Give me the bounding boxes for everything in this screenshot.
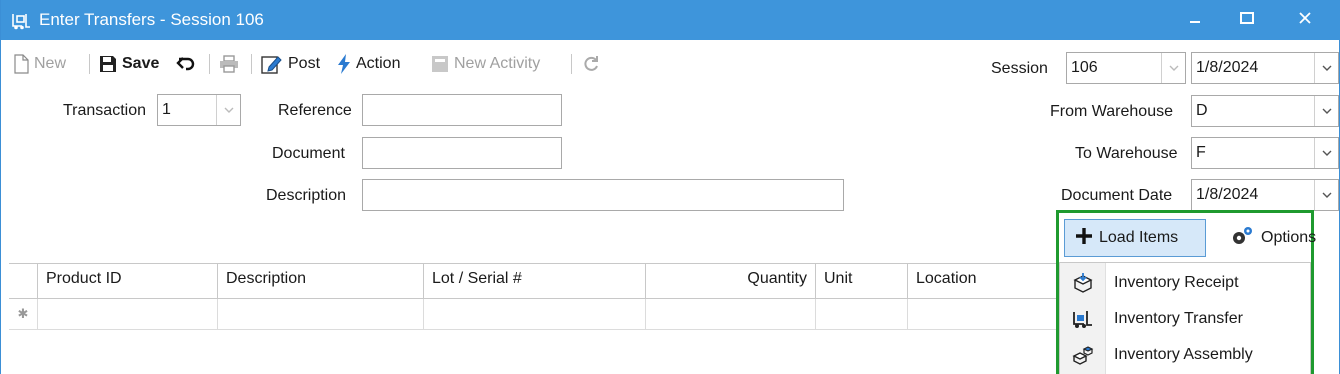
refresh-icon [581,54,601,74]
save-button[interactable]: Save [99,48,159,80]
activity-icon [431,55,449,73]
transaction-label: Transaction [63,102,146,119]
forklift-icon [11,12,31,30]
chevron-down-icon [1314,53,1338,83]
assembly-icon [1060,345,1106,365]
print-button[interactable] [219,48,239,80]
menu-item-label: Inventory Receipt [1114,274,1239,291]
new-activity-label: New Activity [454,55,541,72]
session-date-value: 1/8/2024 [1196,59,1259,76]
session-date-picker[interactable]: 1/8/2024 [1191,52,1339,84]
options-button[interactable]: Options [1229,219,1316,257]
load-items-menu: Inventory Receipt Inventory Transfer Inv… [1059,262,1311,374]
transaction-combo[interactable]: 1 [157,94,241,126]
undo-button[interactable] [176,48,196,80]
column-header-lot-serial[interactable]: Lot / Serial # [423,264,645,299]
minimize-button[interactable] [1169,0,1221,40]
chevron-down-icon [1161,53,1185,83]
new-document-icon [13,54,29,74]
column-header-quantity[interactable]: Quantity [645,264,815,299]
to-warehouse-combo[interactable]: F [1191,137,1339,169]
from-warehouse-combo[interactable]: D [1191,95,1339,127]
toolbar: New Save Post Action New Activity [1,48,701,80]
reference-input[interactable] [362,94,562,126]
options-label: Options [1261,229,1317,246]
printer-icon [219,55,239,73]
column-header-location[interactable]: Location [907,264,1059,299]
cell-lot-serial[interactable] [423,299,645,329]
document-date-picker[interactable]: 1/8/2024 [1191,179,1339,211]
enter-transfers-window: Enter Transfers - Session 106 New Save P… [0,0,1340,374]
chevron-down-icon [1314,138,1338,168]
close-icon [1299,11,1311,29]
description-input[interactable] [362,179,844,211]
close-button[interactable] [1279,0,1331,40]
post-label: Post [288,55,321,72]
grid-header: Product ID Description Lot / Serial # Qu… [9,263,1059,299]
lightning-icon [337,54,351,74]
document-date-value: 1/8/2024 [1196,186,1259,203]
refresh-button[interactable] [581,48,601,80]
column-header-description[interactable]: Description [217,264,423,299]
cell-description[interactable] [217,299,423,329]
maximize-icon [1240,11,1254,29]
to-warehouse-value: F [1196,144,1206,161]
session-label: Session [991,60,1048,77]
chevron-down-icon [1314,96,1338,126]
new-button[interactable]: New [13,48,66,80]
maximize-button[interactable] [1221,0,1273,40]
action-button[interactable]: Action [337,48,400,80]
toolbar-divider [209,54,210,74]
toolbar-divider [251,54,252,74]
new-label: New [34,55,67,72]
load-items-button[interactable]: Load Items [1064,219,1206,257]
items-grid: Product ID Description Lot / Serial # Qu… [9,263,1059,374]
column-header-product-id[interactable]: Product ID [37,264,217,299]
save-icon [99,55,117,73]
from-warehouse-label: From Warehouse [1050,103,1173,120]
menu-item-inventory-assembly[interactable]: Inventory Assembly [1060,337,1310,373]
cell-unit[interactable] [815,299,907,329]
save-label: Save [122,55,160,72]
post-button[interactable]: Post [261,48,320,80]
document-date-label: Document Date [1061,187,1173,204]
table-row[interactable]: ✱ [9,299,1059,330]
transaction-value: 1 [162,101,171,118]
reference-label: Reference [278,102,352,119]
toolbar-divider [571,54,572,74]
session-combo[interactable]: 106 [1066,52,1186,84]
from-warehouse-value: D [1196,102,1208,119]
menu-item-inventory-transfer[interactable]: Inventory Transfer [1060,301,1310,337]
document-input[interactable] [362,137,562,169]
menu-item-inventory-receipt[interactable]: Inventory Receipt [1060,265,1310,301]
action-label: Action [356,55,401,72]
session-value: 106 [1071,59,1098,76]
plus-icon [1075,227,1093,250]
new-row-icon: ✱ [17,306,29,321]
forklift-icon [1060,309,1106,329]
gears-icon [1229,225,1255,252]
description-label: Description [266,187,347,204]
title-bar: Enter Transfers - Session 106 [1,0,1340,40]
document-label: Document [272,145,345,162]
to-warehouse-label: To Warehouse [1075,145,1178,162]
cell-location[interactable] [907,299,1059,329]
menu-item-label: Inventory Assembly [1114,346,1253,363]
menu-item-label: Inventory Transfer [1114,310,1243,327]
cell-quantity[interactable] [645,299,815,329]
column-header-unit[interactable]: Unit [815,264,907,299]
new-activity-button[interactable]: New Activity [431,48,540,80]
load-items-label: Load Items [1099,229,1179,246]
receipt-box-icon [1060,273,1106,293]
minimize-icon [1189,11,1201,29]
cell-product-id[interactable] [37,299,217,329]
toolbar-divider [89,54,90,74]
chevron-down-icon [216,95,240,125]
post-edit-icon [261,54,283,74]
window-title: Enter Transfers - Session 106 [39,10,264,29]
undo-icon [176,55,196,73]
chevron-down-icon [1314,180,1338,210]
